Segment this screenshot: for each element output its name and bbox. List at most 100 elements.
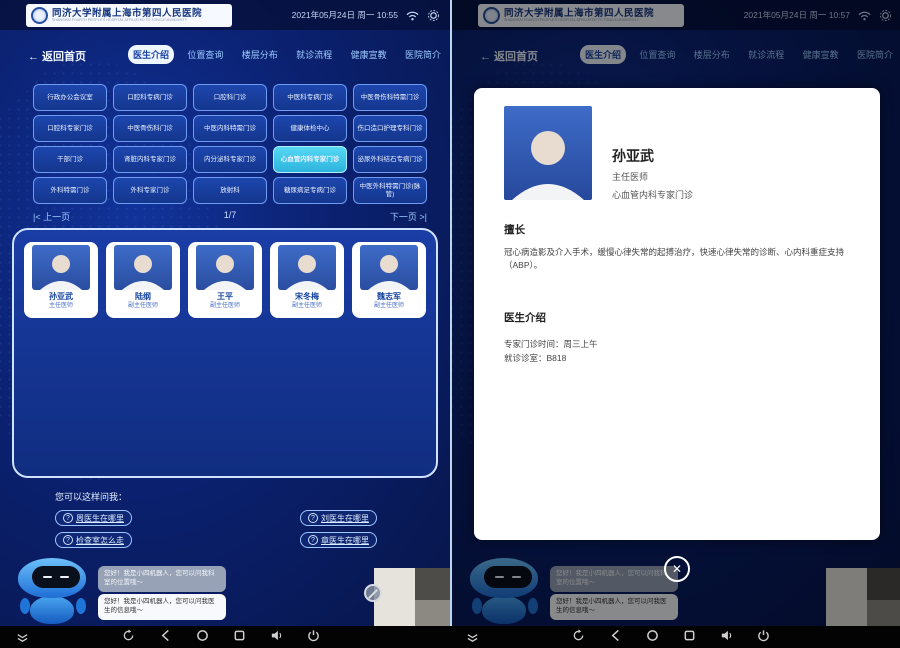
robot-arm (76, 598, 86, 614)
camera-ceiling (415, 568, 450, 602)
collapse-bar-icon[interactable] (16, 631, 29, 644)
dept-button[interactable]: 口腔科专家门诊 (33, 115, 107, 142)
settings-gear-icon[interactable] (427, 9, 440, 22)
back-home-button[interactable]: ← 返回首页 (28, 48, 86, 64)
rotate-icon[interactable] (572, 629, 585, 642)
doctor-photo (278, 245, 336, 290)
power-icon[interactable] (757, 629, 770, 642)
power-icon[interactable] (307, 629, 320, 642)
question-icon: ? (308, 513, 318, 523)
right-panel: 同济大学附属上海市第四人民医院 SHANGHAI FOURTH PEOPLE'S… (450, 0, 900, 626)
doctor-photo (32, 245, 90, 290)
doctor-photo (360, 245, 418, 290)
nav-tabs: 医生介绍 位置查询 楼层分布 就诊流程 健康宣教 医院简介 (128, 45, 446, 64)
doctor-detail-name: 孙亚武 (612, 146, 654, 166)
android-system-bar (0, 626, 900, 648)
camera-preview-thumbnail[interactable] (374, 568, 450, 626)
robot-head (18, 558, 86, 598)
suggestion-chip[interactable]: ? 刘医生在哪里 (300, 510, 377, 526)
doctor-detail-modal: 孙亚武 主任医师 心血管内科专家门诊 擅长 冠心病造影及介入手术，缓慢心律失常的… (474, 88, 880, 540)
department-grid: 行政办公会议室 口腔科专病门诊 口腔科门诊 中医科专病门诊 中医骨伤科特需门诊 … (33, 84, 427, 204)
nav-icons-right-panel (572, 629, 770, 642)
dept-button[interactable]: 中医外科特需门诊(脉管) (353, 177, 427, 204)
header-bar: 同济大学附属上海市第四人民医院 SHANGHAI FOURTH PEOPLE'S… (0, 0, 450, 30)
collapse-bar-icon[interactable] (466, 631, 479, 644)
modal-close-button[interactable]: ✕ (664, 556, 690, 582)
volume-icon[interactable] (270, 629, 283, 642)
dept-button[interactable]: 行政办公会议室 (33, 84, 107, 111)
tab-health-education[interactable]: 健康宣教 (346, 45, 392, 64)
dept-button[interactable]: 中医内科特需门诊 (193, 115, 267, 142)
back-icon[interactable] (609, 629, 622, 642)
mute-icon[interactable] (364, 584, 382, 602)
dept-button[interactable]: 干部门诊 (33, 146, 107, 173)
doctor-detail-department: 心血管内科专家门诊 (612, 188, 693, 201)
dept-button[interactable]: 健康体检中心 (273, 115, 347, 142)
specialty-section-title: 擅长 (504, 222, 525, 237)
robot-avatar[interactable] (14, 558, 92, 626)
page-indicator: 1/7 (224, 210, 237, 223)
recents-icon[interactable] (233, 629, 246, 642)
clinic-time: 专家门诊时间：周三上午 (504, 338, 598, 350)
prev-page-button[interactable]: |< 上一页 (33, 210, 70, 223)
dept-button[interactable]: 中医骨伤科门诊 (113, 115, 187, 142)
doctor-card[interactable]: 孙亚武 主任医师 (24, 242, 98, 318)
rotate-icon[interactable] (122, 629, 135, 642)
doctor-card[interactable]: 宋冬梅 副主任医师 (270, 242, 344, 318)
tab-doctor-intro[interactable]: 医生介绍 (128, 45, 174, 64)
dept-button[interactable]: 口腔科专病门诊 (113, 84, 187, 111)
dept-button[interactable]: 外科特需门诊 (33, 177, 107, 204)
robot-arm (20, 598, 30, 614)
hospital-subtitle: SHANGHAI FOURTH PEOPLE'S HOSPITAL AFFILI… (52, 18, 187, 22)
suggestion-chip[interactable]: ? 检查室怎么走 (55, 532, 132, 548)
doctor-detail-title: 主任医师 (612, 170, 648, 183)
next-page-button[interactable]: 下一页 >| (390, 210, 427, 223)
doctor-detail-photo (504, 106, 592, 200)
back-icon[interactable] (159, 629, 172, 642)
dept-button[interactable]: 外科专家门诊 (113, 177, 187, 204)
hospital-logo: 同济大学附属上海市第四人民医院 SHANGHAI FOURTH PEOPLE'S… (26, 4, 232, 27)
dept-button[interactable]: 中医科专病门诊 (273, 84, 347, 111)
tab-floor-map[interactable]: 楼层分布 (237, 45, 283, 64)
tab-hospital-intro[interactable]: 医院简介 (400, 45, 446, 64)
suggestion-chip[interactable]: ? 章医生在哪里 (300, 532, 377, 548)
doctor-card[interactable]: 王平 副主任医师 (188, 242, 262, 318)
tab-location-search[interactable]: 位置查询 (182, 45, 228, 64)
dept-button-selected[interactable]: 心血管内科专家门诊 (273, 146, 347, 173)
clinic-room: 就诊诊室：B818 (504, 352, 566, 364)
tab-visit-process[interactable]: 就诊流程 (291, 45, 337, 64)
home-icon[interactable] (646, 629, 659, 642)
pagination: |< 上一页 1/7 下一页 >| (33, 210, 427, 223)
datetime: 2021年05月24日 周一 10:55 (292, 9, 398, 21)
robot-face (32, 566, 80, 588)
specialty-section-body: 冠心病造影及介入手术，缓慢心律失常的起搏治疗，快速心律失常的诊断、心内科重症支持… (504, 246, 852, 272)
kiosk-dual-screenshot: 同济大学附属上海市第四人民医院 SHANGHAI FOURTH PEOPLE'S… (0, 0, 900, 648)
dept-button[interactable]: 糖尿病足专病门诊 (273, 177, 347, 204)
dept-button[interactable]: 肾脏内科专家门诊 (113, 146, 187, 173)
robot-speech-bubble-current: 您好！我是小四机器人，您可以问我医生的信息哦～ (98, 594, 226, 620)
question-icon: ? (63, 535, 73, 545)
dept-button[interactable]: 口腔科门诊 (193, 84, 267, 111)
robot-eye (43, 576, 52, 579)
home-icon[interactable] (196, 629, 209, 642)
intro-section-title: 医生介绍 (504, 310, 546, 325)
camera-floor (415, 600, 450, 626)
doctor-card[interactable]: 陆纲 副主任医师 (106, 242, 180, 318)
dept-button[interactable]: 伤口造口护理专科门诊 (353, 115, 427, 142)
doctor-photo (196, 245, 254, 290)
doctor-card[interactable]: 魏志军 副主任医师 (352, 242, 426, 318)
volume-icon[interactable] (720, 629, 733, 642)
doctor-list-container: 孙亚武 主任医师 陆纲 副主任医师 王平 副主任医师 宋冬梅 副主任医师 (12, 228, 438, 478)
dept-button[interactable]: 放射科 (193, 177, 267, 204)
robot-eye (60, 576, 69, 579)
dept-button[interactable]: 内分泌科专家门诊 (193, 146, 267, 173)
wifi-icon (406, 9, 419, 22)
dept-button[interactable]: 中医骨伤科特需门诊 (353, 84, 427, 111)
recents-icon[interactable] (683, 629, 696, 642)
doctor-photo (114, 245, 172, 290)
suggestion-label: 您可以这样问我： (55, 490, 127, 503)
dept-button[interactable]: 泌尿外科结石专病门诊 (353, 146, 427, 173)
robot-body (30, 596, 74, 624)
suggestion-chip[interactable]: ? 周医生在哪里 (55, 510, 132, 526)
hospital-emblem-icon (31, 7, 48, 24)
